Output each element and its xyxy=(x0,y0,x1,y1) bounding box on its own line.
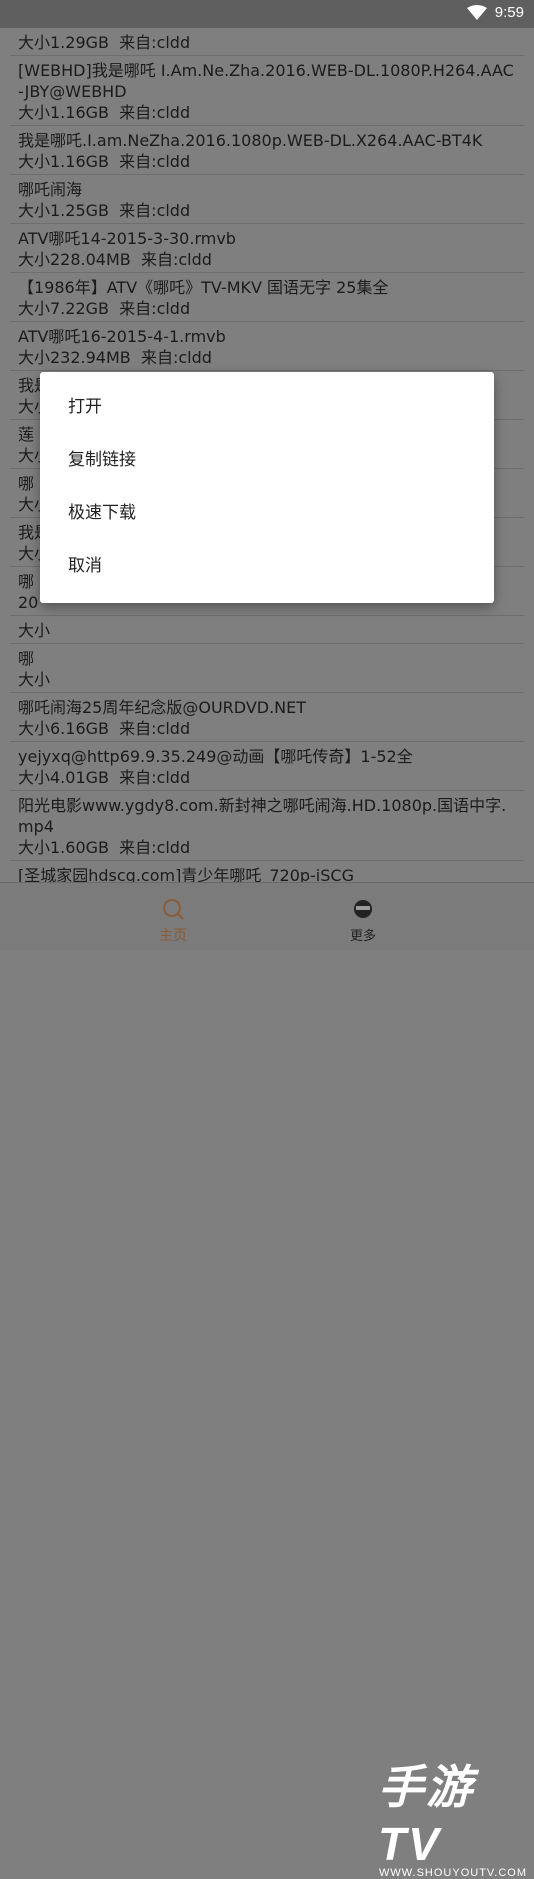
menu-copy-link[interactable]: 复制链接 xyxy=(40,434,494,487)
item-title: yejyxq@http69.9.35.249@动画【哪吒传奇】1-52全 xyxy=(18,747,413,766)
search-icon xyxy=(163,899,184,920)
nav-more[interactable]: 更多 xyxy=(340,897,386,944)
watermark-logo: 手游TV WWW.SHOUYOUTV.COM xyxy=(378,1751,528,1879)
list-item[interactable]: 哪吒闹海25周年纪念版@OURDVD.NET 大小6.16GB 来自:cldd xyxy=(10,693,524,742)
item-meta: 大小 xyxy=(18,621,51,640)
more-icon xyxy=(354,900,372,918)
list-item[interactable]: 大小1.29GB 来自:cldd xyxy=(10,28,524,56)
item-meta: 大小1.60GB 来自:cldd xyxy=(18,838,191,857)
status-icons: 9:59 xyxy=(466,4,524,21)
item-title: 哪 xyxy=(18,649,35,668)
nav-home[interactable]: 主页 xyxy=(150,897,196,945)
list-item[interactable]: [圣城家园hdscg.com]青少年哪吒_720p-iSCG大小1.59GB 来… xyxy=(10,861,524,882)
item-meta: 大小1.16GB 来自:cldd xyxy=(18,152,191,171)
item-meta: 大小1.16GB 来自:cldd xyxy=(18,103,191,122)
list-item[interactable]: ATV哪吒16-2015-4-1.rmvb 大小232.94MB 来自:cldd xyxy=(10,322,524,371)
item-title: [圣城家园hdscg.com]青少年哪吒_720p-iSCG xyxy=(18,866,354,882)
list-item[interactable]: ATV哪吒14-2015-3-30.rmvb 大小228.04MB 来自:cldd xyxy=(10,224,524,273)
bottom-navigation: 主页 更多 手游TV WWW.SHOUYOUTV.COM xyxy=(0,882,534,1879)
item-meta: 大小1.25GB 来自:cldd xyxy=(18,201,191,220)
list-item[interactable]: 大小 xyxy=(10,616,524,644)
item-meta: 大小4.01GB 来自:cldd xyxy=(18,768,191,787)
item-title: 【1986年】ATV《哪吒》TV-MKV 国语无字 25集全 xyxy=(18,278,389,297)
list-item[interactable]: [WEBHD]我是哪吒 I.Am.Ne.Zha.2016.WEB-DL.1080… xyxy=(10,56,524,126)
item-title: ATV哪吒14-2015-3-30.rmvb xyxy=(18,229,236,248)
watermark-sub: WWW.SHOUYOUTV.COM xyxy=(379,1867,527,1879)
item-title: 阳光电影www.ygdy8.com.新封神之哪吒闹海.HD.1080p.国语中字… xyxy=(18,796,507,836)
item-meta: 大小228.04MB 来自:cldd xyxy=(18,250,212,269)
nav-more-label: 更多 xyxy=(349,929,376,944)
item-meta: 大小6.16GB 来自:cldd xyxy=(18,719,191,738)
menu-open[interactable]: 打开 xyxy=(40,381,494,434)
item-title: 我是哪吒.I.am.NeZha.2016.1080p.WEB-DL.X264.A… xyxy=(18,131,483,150)
item-meta: 大小1.29GB 来自:cldd xyxy=(18,33,191,52)
status-bar: 9:59 xyxy=(0,0,534,28)
item-title: ATV哪吒16-2015-4-1.rmvb xyxy=(18,327,226,346)
context-menu-dialog: 打开 复制链接 极速下载 取消 xyxy=(40,372,494,603)
nav-home-label: 主页 xyxy=(159,928,187,944)
watermark-main: 手游TV xyxy=(378,1761,474,1870)
list-item[interactable]: 阳光电影www.ygdy8.com.新封神之哪吒闹海.HD.1080p.国语中字… xyxy=(10,791,524,861)
list-item[interactable]: 我是哪吒.I.am.NeZha.2016.1080p.WEB-DL.X264.A… xyxy=(10,126,524,175)
menu-fast-download[interactable]: 极速下载 xyxy=(40,487,494,540)
list-item[interactable]: 哪大小 xyxy=(10,644,524,693)
item-title: [WEBHD]我是哪吒 I.Am.Ne.Zha.2016.WEB-DL.1080… xyxy=(18,61,514,101)
item-title: 哪吒闹海 xyxy=(18,180,83,199)
item-meta: 大小 xyxy=(18,670,51,689)
item-meta: 大小232.94MB 来自:cldd xyxy=(18,348,212,367)
menu-cancel[interactable]: 取消 xyxy=(40,540,494,593)
item-meta: 大小7.22GB 来自:cldd xyxy=(18,299,191,318)
list-item[interactable]: yejyxq@http69.9.35.249@动画【哪吒传奇】1-52全 大小4.… xyxy=(10,742,524,791)
status-time: 9:59 xyxy=(494,4,524,21)
list-item[interactable]: 【1986年】ATV《哪吒》TV-MKV 国语无字 25集全 大小7.22GB 来… xyxy=(10,273,524,322)
list-item[interactable]: 哪吒闹海大小1.25GB 来自:cldd xyxy=(10,175,524,224)
item-title: 哪吒闹海25周年纪念版@OURDVD.NET xyxy=(18,698,307,717)
wifi-icon xyxy=(466,4,487,20)
